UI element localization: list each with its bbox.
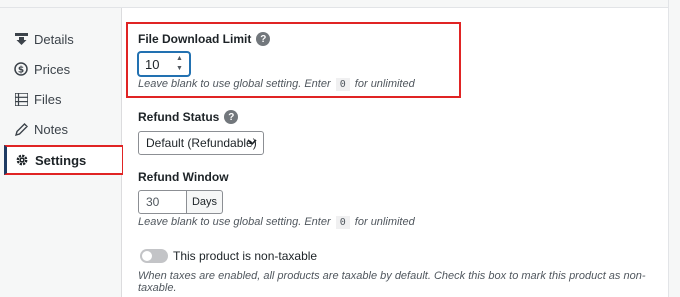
tab-prices-label: Prices [34, 61, 71, 77]
right-edge [668, 0, 680, 297]
spinner-up-icon[interactable]: ▲ [176, 55, 186, 63]
tab-files[interactable]: Files [4, 84, 122, 114]
refund-window-value: 30 [146, 195, 160, 209]
refund-window-input[interactable]: 30 [138, 190, 187, 214]
non-taxable-toggle[interactable] [140, 249, 168, 263]
dollar-icon: $ [14, 62, 28, 76]
refund-window-label: Refund Window [138, 170, 229, 184]
tab-settings-label: Settings [35, 152, 87, 168]
pencil-icon [14, 122, 28, 136]
file-download-limit-label: File Download Limit ? [138, 32, 271, 46]
hint-code: 0 [335, 216, 350, 229]
file-download-limit-input[interactable]: 10 ▲ ▼ [138, 52, 190, 76]
refund-window-hint: Leave blank to use global setting. Enter… [138, 216, 415, 229]
toggle-knob [142, 251, 152, 261]
non-taxable-label[interactable]: This product is non-taxable [173, 249, 317, 263]
help-icon[interactable]: ? [224, 110, 239, 124]
help-icon[interactable]: ? [256, 32, 271, 46]
tab-notes[interactable]: Notes [4, 114, 122, 144]
hint-text: Leave blank to use global setting. Enter [138, 78, 331, 90]
tab-files-label: Files [34, 91, 62, 107]
file-download-limit-text: File Download Limit [138, 32, 252, 46]
tab-notes-label: Notes [34, 121, 68, 137]
refund-status-select[interactable]: Default (Refundable) [138, 131, 264, 155]
refund-status-label: Refund Status ? [138, 110, 239, 124]
download-limit-hint: Leave blank to use global setting. Enter… [138, 78, 415, 91]
refund-window-text: Refund Window [138, 170, 229, 184]
file-download-limit-value: 10 [145, 56, 160, 72]
chevron-down-icon [247, 137, 257, 150]
gear-icon [15, 153, 29, 167]
top-border [0, 0, 680, 8]
svg-text:$: $ [18, 66, 24, 76]
days-addon: Days [187, 190, 223, 214]
hint-text-end: for unlimited [354, 78, 415, 90]
tab-details-label: Details [34, 31, 74, 47]
refund-status-value: Default (Refundable) [146, 136, 257, 150]
download-icon [14, 32, 28, 46]
hint-text-end: for unlimited [354, 216, 415, 228]
spinner-down-icon[interactable]: ▼ [176, 65, 186, 73]
tab-prices[interactable]: $ Prices [4, 54, 122, 84]
number-spinner[interactable]: ▲ ▼ [176, 55, 186, 73]
hint-text: Leave blank to use global setting. Enter [138, 216, 331, 228]
non-taxable-hint: When taxes are enabled, all products are… [138, 270, 646, 294]
refund-window-field: 30 Days [138, 190, 223, 214]
tab-settings[interactable]: Settings [4, 145, 124, 175]
settings-sidebar: Details $ Prices Files Notes Settings [0, 8, 124, 297]
download-settings-panel: Details $ Prices Files Notes Settings Fi… [0, 0, 680, 297]
tab-details[interactable]: Details [4, 24, 122, 54]
list-icon [14, 92, 28, 106]
hint-code: 0 [335, 78, 350, 91]
refund-status-text: Refund Status [138, 110, 220, 124]
